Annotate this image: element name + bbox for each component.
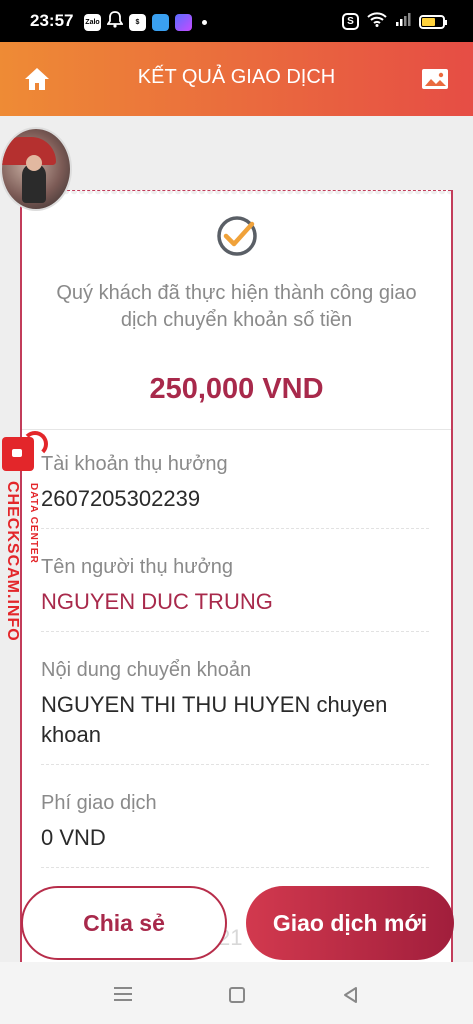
success-message: Quý khách đã thực hiện thành công giao d…	[56, 282, 417, 331]
field-transaction-fee: Phí giao dịch 0 VND	[41, 791, 429, 868]
more-notifications-icon	[202, 19, 207, 25]
shopee-icon: $	[129, 13, 146, 31]
share-button[interactable]: Chia sẻ	[21, 886, 227, 960]
divider	[41, 764, 429, 765]
watermark-text: CHECKSCAM.INFO	[4, 481, 21, 642]
field-transfer-content: Nội dung chuyển khoản NGUYEN THI THU HUY…	[41, 658, 429, 765]
notification-icons: Zalo $	[84, 11, 207, 33]
field-beneficiary-account: Tài khoản thụ hưởng 2607205302239	[41, 452, 429, 529]
field-label: Phí giao dịch	[41, 792, 157, 814]
bell-icon	[106, 11, 124, 33]
field-value: NGUYEN DUC TRUNG	[41, 589, 273, 614]
nav-home-icon[interactable]	[229, 987, 245, 1003]
field-label: Tên người thụ hưởng	[41, 556, 234, 578]
watermark-subtext: DATA CENTER	[28, 483, 39, 564]
sim-icon: S	[342, 13, 359, 30]
divider	[41, 631, 429, 632]
image-icon[interactable]	[419, 64, 451, 94]
lock-icon	[2, 431, 48, 471]
divider	[41, 867, 429, 868]
battery-icon	[419, 14, 447, 29]
status-bar: 23:57 Zalo $ S	[0, 0, 473, 42]
app-icon-2	[175, 13, 192, 31]
page-title: KẾT QUẢ GIAO DỊCH	[137, 66, 336, 88]
transfer-amount: 250,000 VND	[149, 373, 324, 405]
field-value: NGUYEN THI THU HUYEN chuyen khoan	[41, 692, 388, 747]
zalo-icon: Zalo	[84, 13, 101, 31]
field-value: 2607205302239	[41, 486, 201, 511]
app-header: KẾT QUẢ GIAO DỊCH	[0, 42, 473, 116]
divider	[41, 528, 429, 529]
new-transaction-button[interactable]: Giao dịch mới	[246, 886, 454, 960]
avatar-face	[26, 155, 42, 171]
wifi-icon	[367, 11, 387, 32]
field-label: Nội dung chuyển khoản	[41, 659, 252, 681]
system-icons: S	[342, 11, 447, 32]
divider	[22, 429, 451, 430]
field-value: 0 VND	[41, 825, 106, 850]
nav-back-icon[interactable]	[342, 986, 360, 1004]
avatar[interactable]	[0, 127, 72, 211]
checkscam-watermark: CHECKSCAM.INFO DATA CENTER	[0, 431, 48, 667]
app-icon	[152, 13, 169, 31]
success-check-icon	[215, 214, 259, 258]
recent-apps-icon[interactable]	[114, 987, 132, 1001]
status-time: 23:57	[30, 11, 74, 30]
field-beneficiary-name: Tên người thụ hưởng NGUYEN DUC TRUNG	[41, 555, 429, 632]
signal-icon	[395, 12, 411, 31]
field-label: Tài khoản thụ hưởng	[41, 453, 228, 475]
system-nav-bar	[0, 962, 473, 1024]
receipt-edge	[22, 190, 451, 196]
